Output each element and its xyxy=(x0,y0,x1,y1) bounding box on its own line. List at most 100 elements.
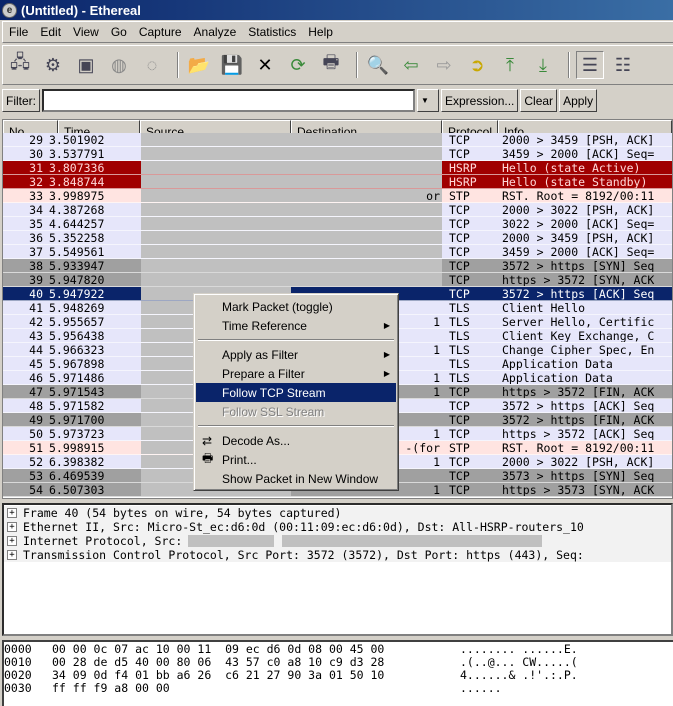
packet-protocol: TLS xyxy=(449,343,470,357)
packet-number: 39 xyxy=(29,273,43,287)
start-capture-icon: ▣ xyxy=(77,54,95,75)
packet-number: 50 xyxy=(29,427,43,441)
packet-row[interactable]: 36 5.352258 TCP 2000 > 3459 [PSH, ACK] xyxy=(3,231,672,245)
packet-info: 3572 > https [ACK] Seq xyxy=(502,399,655,412)
filter-input[interactable] xyxy=(42,89,415,112)
packet-time: 5.971486 xyxy=(49,371,105,385)
packet-row[interactable]: 33 3.998975 or STP RST. Root = 8192/00:11 xyxy=(3,189,672,203)
last-packet-button[interactable]: ⤓ xyxy=(529,51,557,79)
find-button[interactable]: 🔍 xyxy=(364,51,392,79)
packet-row[interactable]: 30 3.537791 TCP 3459 > 2000 [ACK] Seq= xyxy=(3,147,672,161)
toolbar-separator xyxy=(568,52,570,78)
menu-edit[interactable]: Edit xyxy=(34,25,67,39)
open-button[interactable]: 📂 xyxy=(185,51,213,79)
expression-button[interactable]: Expression... xyxy=(441,89,519,112)
save-icon: 💾 xyxy=(220,54,244,75)
hex-bytes: ff ff f9 a8 00 00 xyxy=(52,681,170,695)
menu-help[interactable]: Help xyxy=(302,25,339,39)
menu-analyze[interactable]: Analyze xyxy=(188,25,243,39)
last-packet-icon: ⤓ xyxy=(539,54,547,75)
detail-tree-item[interactable]: + Internet Protocol, Src: xyxy=(4,534,671,548)
packet-row[interactable]: 32 3.848744 HSRP Hello (state Standby) xyxy=(3,175,672,189)
packet-number: 32 xyxy=(29,175,43,189)
packet-row[interactable]: 29 3.501902 TCP 2000 > 3459 [PSH, ACK] xyxy=(3,133,672,147)
packet-time: 5.973723 xyxy=(49,427,105,441)
menu-go[interactable]: Go xyxy=(105,25,133,39)
packet-number: 45 xyxy=(29,357,43,371)
packet-row[interactable]: 38 5.933947 TCP 3572 > https [SYN] Seq xyxy=(3,259,672,273)
redacted-address xyxy=(188,535,275,547)
packet-source-redacted xyxy=(141,161,291,174)
save-button[interactable]: 💾 xyxy=(218,51,246,79)
expand-icon[interactable]: + xyxy=(7,536,17,546)
packet-time: 3.807336 xyxy=(49,161,105,175)
packet-number: 31 xyxy=(29,161,43,175)
packet-row[interactable]: 37 5.549561 TCP 3459 > 2000 [ACK] Seq= xyxy=(3,245,672,259)
forward-button[interactable]: ⇨ xyxy=(430,51,458,79)
stop-capture-button[interactable]: ◍ xyxy=(105,51,133,79)
packet-protocol: STP xyxy=(449,189,470,203)
menu-view[interactable]: View xyxy=(67,25,105,39)
context-menu-item-show-packet-in-new-window[interactable]: Show Packet in New Window xyxy=(196,469,396,488)
close-button[interactable]: ✕ xyxy=(251,51,279,79)
submenu-arrow-icon: ▶ xyxy=(383,369,390,378)
clear-button[interactable]: Clear xyxy=(520,89,558,112)
go-to-packet-button[interactable]: ➲ xyxy=(463,51,491,79)
menu-statistics[interactable]: Statistics xyxy=(242,25,302,39)
detail-tree-item[interactable]: + Ethernet II, Src: Micro-St_ec:d6:0d (00… xyxy=(4,520,671,534)
filter-button[interactable]: Filter: xyxy=(2,89,40,112)
packet-row[interactable]: 39 5.947820 TCP https > 3572 [SYN, ACK xyxy=(3,273,672,287)
packet-row[interactable]: 34 4.387268 TCP 2000 > 3022 [PSH, ACK] xyxy=(3,203,672,217)
context-menu-item-follow-tcp-stream[interactable]: Follow TCP Stream xyxy=(196,383,396,402)
menu-bar: File Edit View Go Capture Analyze Statistics He… xyxy=(2,21,673,43)
reload-button[interactable]: ⟳ xyxy=(284,51,312,79)
packet-info: Hello (state Active) xyxy=(502,161,641,174)
apply-button[interactable]: Apply xyxy=(559,89,598,112)
menu-separator xyxy=(198,339,394,341)
context-menu-item-time-reference[interactable]: Time Reference ▶ xyxy=(196,316,396,335)
expand-icon[interactable]: + xyxy=(7,550,17,560)
expand-icon[interactable]: + xyxy=(7,508,17,518)
packet-info: 3459 > 2000 [ACK] Seq= xyxy=(502,147,655,160)
packet-info: https > 3573 [SYN, ACK xyxy=(502,483,655,496)
packet-row[interactable]: 35 4.644257 TCP 3022 > 2000 [ACK] Seq= xyxy=(3,217,672,231)
first-packet-icon: ⤒ xyxy=(506,54,514,75)
options-button[interactable]: ⚙ xyxy=(39,51,67,79)
autoscroll-button[interactable]: ☷ xyxy=(609,51,637,79)
detail-text: Ethernet II, Src: Micro-St_ec:d6:0d (00:… xyxy=(23,520,584,534)
toolbar-separator xyxy=(177,52,179,78)
packet-protocol: TCP xyxy=(449,133,470,147)
context-menu-item-apply-as-filter[interactable]: Apply as Filter ▶ xyxy=(196,345,396,364)
detail-tree-item[interactable]: + Transmission Control Protocol, Src Port… xyxy=(4,548,671,562)
menu-capture[interactable]: Capture xyxy=(133,25,188,39)
restart-capture-button[interactable]: ◌ xyxy=(138,51,166,79)
start-capture-button[interactable]: ▣ xyxy=(72,51,100,79)
packet-number: 36 xyxy=(29,231,43,245)
first-packet-button[interactable]: ⤒ xyxy=(496,51,524,79)
context-menu-item-decode-as[interactable]: ⇄ Decode As... xyxy=(196,431,396,450)
print-button[interactable]: 🖶 xyxy=(317,51,345,79)
back-button[interactable]: ⇦ xyxy=(397,51,425,79)
menu-item-label: Follow TCP Stream xyxy=(222,385,326,400)
filter-dropdown-button[interactable]: ▼ xyxy=(417,89,439,112)
packet-row[interactable]: 31 3.807336 HSRP Hello (state Active) xyxy=(3,161,672,175)
colorize-button[interactable]: ☰ xyxy=(576,51,604,79)
menu-file[interactable]: File xyxy=(3,25,34,39)
close-icon: ✕ xyxy=(257,54,273,75)
detail-tree-item[interactable]: + Frame 40 (54 bytes on wire, 54 bytes ca… xyxy=(4,506,671,520)
redacted-address xyxy=(282,535,543,547)
interfaces-button[interactable]: 🖧 xyxy=(6,51,34,79)
packet-info: Hello (state Standby) xyxy=(502,175,648,188)
expand-icon[interactable]: + xyxy=(7,522,17,532)
packet-info: 3459 > 2000 [ACK] Seq= xyxy=(502,245,655,258)
packet-info: Server Hello, Certific xyxy=(502,315,655,328)
packet-time: 6.469539 xyxy=(49,469,105,483)
context-menu-item-prepare-a-filter[interactable]: Prepare a Filter ▶ xyxy=(196,364,396,383)
context-menu-item-print[interactable]: 🖶 Print... xyxy=(196,450,396,469)
context-menu-item-mark-packet-toggle[interactable]: Mark Packet (toggle) xyxy=(196,297,396,316)
packet-time: 5.955657 xyxy=(49,315,105,329)
packet-protocol: TCP xyxy=(449,245,470,259)
packet-protocol: TCP xyxy=(449,147,470,161)
packet-time: 6.507303 xyxy=(49,483,105,497)
packet-info: RST. Root = 8192/00:11 xyxy=(502,189,655,202)
